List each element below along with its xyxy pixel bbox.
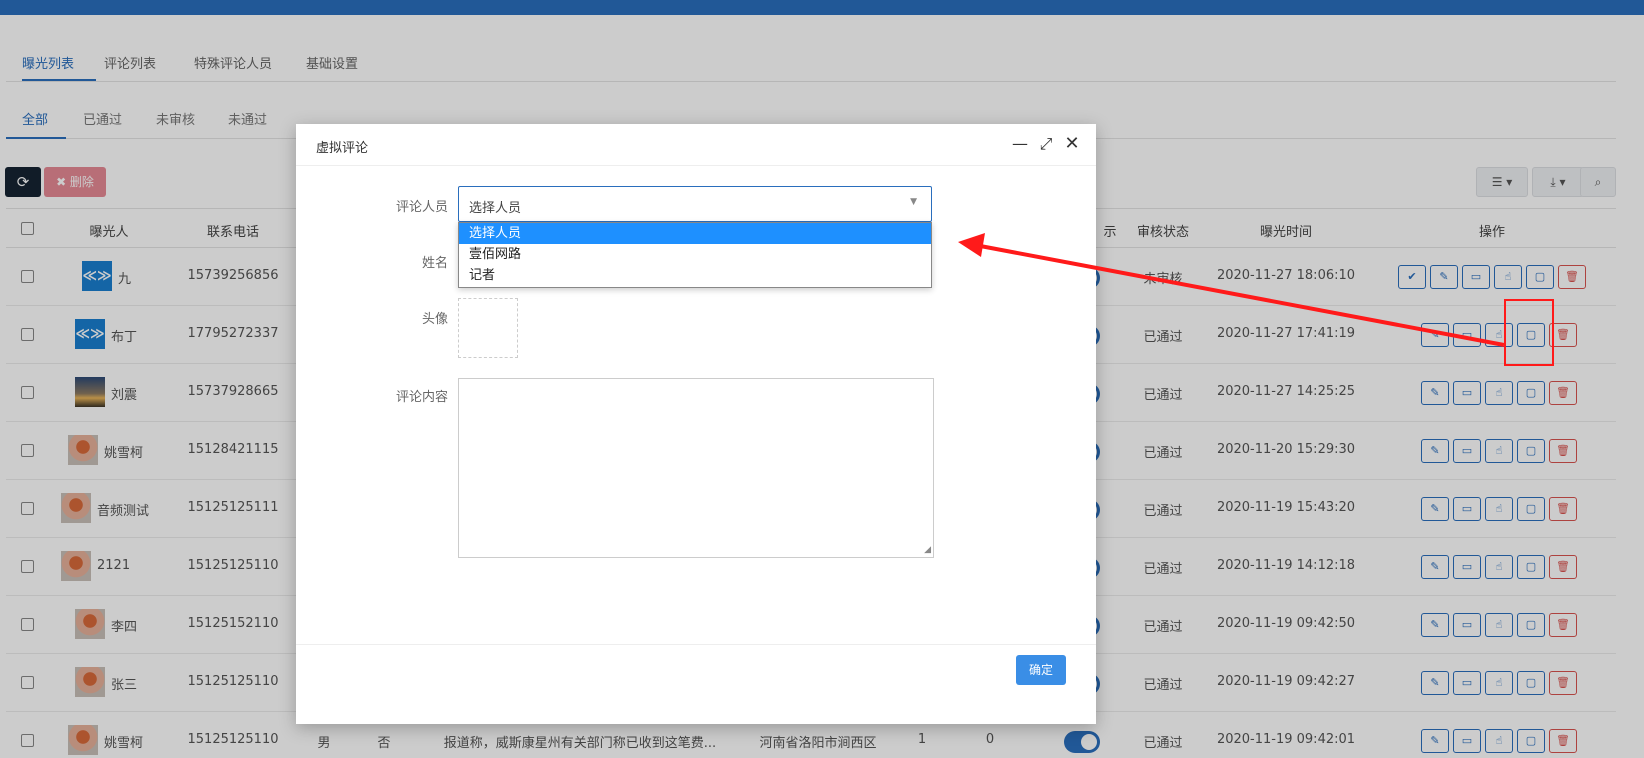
arrow-line	[974, 243, 1505, 347]
annotation-arrow	[958, 233, 1505, 347]
arrow-head	[958, 233, 985, 257]
